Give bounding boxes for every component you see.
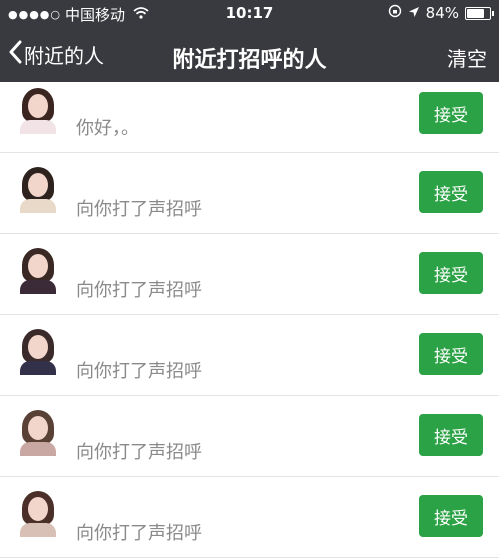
accept-button[interactable]: 接受 bbox=[419, 414, 483, 456]
contact-name bbox=[76, 329, 196, 351]
greetings-list: 你好，。 接受 向你打了声招呼 接受 向你打了声招呼 接受 向你打了声招呼 接受… bbox=[0, 82, 499, 558]
accept-button[interactable]: 接受 bbox=[419, 333, 483, 375]
list-item[interactable]: 向你打了声招呼 接受 bbox=[0, 315, 499, 396]
status-right: 84% bbox=[388, 4, 494, 22]
avatar[interactable] bbox=[14, 489, 62, 537]
contact-name bbox=[76, 248, 196, 270]
greeting-message: 向你打了声招呼 bbox=[76, 280, 202, 301]
avatar[interactable] bbox=[14, 408, 62, 456]
greeting-message: 向你打了声招呼 bbox=[76, 442, 202, 463]
avatar[interactable] bbox=[14, 327, 62, 375]
greeting-message: 向你打了声招呼 bbox=[76, 361, 202, 382]
list-item[interactable]: 你好，。 接受 bbox=[0, 82, 499, 153]
accept-button[interactable]: 接受 bbox=[419, 92, 483, 134]
greeting-message: 向你打了声招呼 bbox=[76, 523, 202, 544]
avatar[interactable] bbox=[14, 165, 62, 213]
chevron-left-icon bbox=[8, 40, 22, 69]
contact-name bbox=[76, 410, 196, 432]
avatar[interactable] bbox=[14, 246, 62, 294]
status-bar: ●●●●○ 中国移动 10:17 84% bbox=[0, 0, 499, 28]
battery-percent: 84% bbox=[425, 4, 459, 22]
clear-button[interactable]: 清空 bbox=[447, 43, 487, 72]
battery-fill bbox=[467, 8, 484, 18]
contact-name bbox=[76, 491, 196, 513]
contact-name bbox=[76, 88, 196, 110]
top-bar: ●●●●○ 中国移动 10:17 84% 附近的人 附近打招呼的人 清空 bbox=[0, 0, 499, 82]
location-icon bbox=[408, 4, 420, 22]
rotation-lock-icon bbox=[388, 4, 402, 22]
list-item[interactable]: 向你打了声招呼 接受 bbox=[0, 234, 499, 315]
back-label: 附近的人 bbox=[24, 44, 104, 68]
contact-name bbox=[76, 167, 196, 189]
avatar[interactable] bbox=[14, 86, 62, 134]
greeting-message: 向你打了声招呼 bbox=[76, 199, 202, 220]
back-button[interactable]: 附近的人 bbox=[8, 40, 104, 69]
list-item[interactable]: 向你打了声招呼 接受 bbox=[0, 396, 499, 477]
greeting-message: 你好，。 bbox=[76, 118, 139, 139]
list-item[interactable]: 向你打了声招呼 接受 bbox=[0, 153, 499, 234]
accept-button[interactable]: 接受 bbox=[419, 495, 483, 537]
accept-button[interactable]: 接受 bbox=[419, 171, 483, 213]
battery-icon bbox=[465, 6, 494, 20]
accept-button[interactable]: 接受 bbox=[419, 252, 483, 294]
list-item[interactable]: 向你打了声招呼 接受 bbox=[0, 477, 499, 558]
navigation-bar: 附近的人 附近打招呼的人 清空 bbox=[0, 32, 499, 80]
